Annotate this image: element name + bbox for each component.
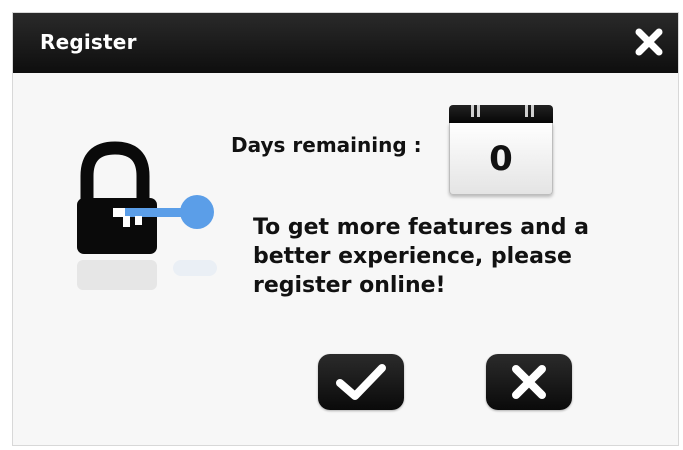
calendar-ring xyxy=(531,105,534,117)
calendar-ring xyxy=(525,105,528,117)
confirm-button[interactable] xyxy=(318,354,404,410)
close-icon[interactable] xyxy=(634,27,664,57)
days-remaining-value: 0 xyxy=(489,139,513,179)
title-bar: Register xyxy=(13,13,678,73)
lock-key-icon xyxy=(73,140,223,300)
x-icon xyxy=(512,365,546,399)
calendar-ring xyxy=(477,105,480,117)
cancel-button[interactable] xyxy=(486,354,572,410)
register-dialog: Register Days remaining : 0 To get more … xyxy=(12,12,679,446)
days-remaining-label: Days remaining : xyxy=(231,133,422,157)
dialog-title: Register xyxy=(40,30,137,54)
check-icon xyxy=(336,364,386,400)
register-message: To get more features and a better experi… xyxy=(253,215,589,298)
calendar-ring xyxy=(471,105,474,117)
calendar-page: 0 xyxy=(449,123,553,195)
calendar-icon: 0 xyxy=(449,105,553,195)
